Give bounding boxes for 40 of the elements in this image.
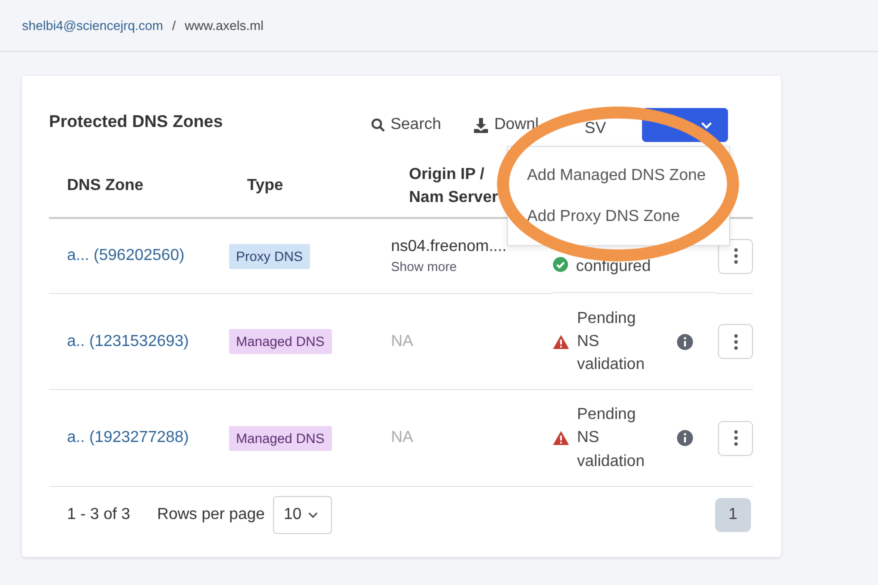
breadcrumb-text: / [172, 18, 176, 33]
column-header: Type [247, 176, 284, 196]
search-button[interactable]: Search [371, 116, 442, 134]
rows-per-page-select[interactable]: 10 [272, 496, 332, 534]
breadcrumb-text: www.axels.ml [184, 18, 264, 33]
row-actions-button[interactable] [718, 324, 753, 359]
row-actions-button[interactable] [718, 238, 753, 274]
menu-item[interactable]: Add Proxy DNS Zone [508, 196, 729, 237]
zone-link[interactable]: a.. (1231532693) [67, 332, 189, 350]
column-header: Origin IP / Nam Server [409, 164, 499, 208]
rows-per-page-label: Rows per page [157, 506, 265, 524]
column-header: DNS Zone [67, 176, 144, 196]
show-more-link[interactable]: Show more [391, 259, 457, 274]
status-text: Pending NS validation [577, 308, 646, 376]
type-badge: Managed DNS [229, 426, 332, 450]
origin-text: NA [391, 332, 414, 350]
download-icon [474, 118, 488, 132]
status-text: Pending NS validation [577, 405, 646, 472]
breadcrumb-link[interactable]: shelbi4@sciencejrq.com [22, 18, 164, 33]
menu-item[interactable]: Add Managed DNS Zone [508, 155, 729, 196]
zone-link[interactable]: a... (596202560) [67, 247, 184, 265]
info-icon[interactable] [677, 430, 693, 446]
type-badge: Proxy DNS [229, 244, 310, 268]
origin-text: NA [391, 429, 414, 447]
type-badge: Managed DNS [229, 329, 332, 354]
status-text: configured [576, 256, 652, 277]
info-icon[interactable] [677, 334, 693, 350]
card-title: Protected DNS Zones [49, 112, 223, 132]
pagination-range: 1 - 3 of 3 [67, 506, 130, 524]
page-button[interactable]: 1 [715, 498, 751, 532]
download-button[interactable]: Downl SV [474, 116, 606, 134]
kebab-icon [734, 334, 738, 350]
kebab-icon [734, 430, 738, 446]
row-actions-button[interactable] [718, 420, 753, 456]
kebab-icon [734, 248, 738, 264]
chevron-icon [701, 122, 712, 128]
search-icon [371, 118, 386, 132]
origin-text: ns04.freenom.... [391, 238, 507, 256]
zone-link[interactable]: a.. (1923277288) [67, 429, 189, 447]
chevron-icon [308, 512, 318, 518]
